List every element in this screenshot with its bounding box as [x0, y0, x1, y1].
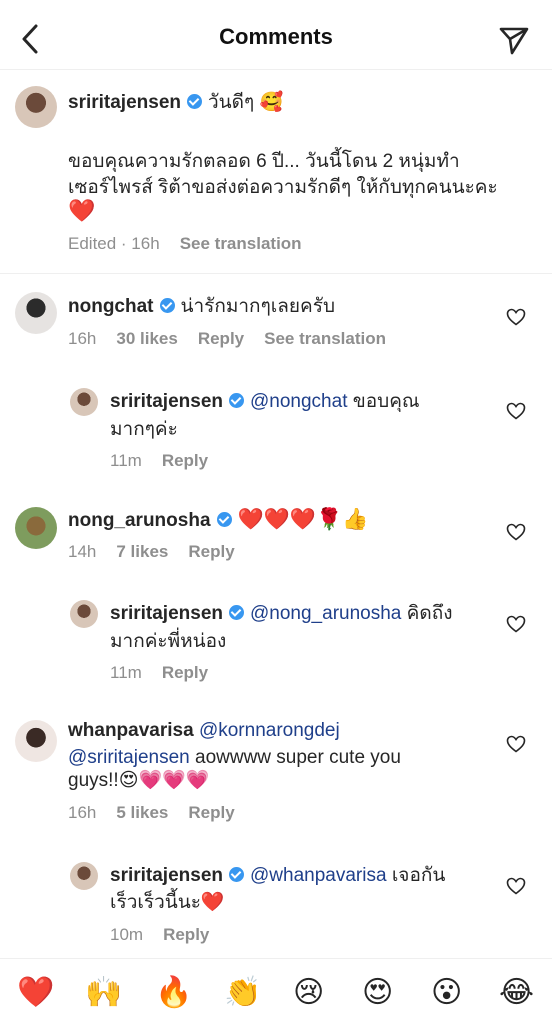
- like-heart-icon[interactable]: [506, 523, 526, 541]
- comment-line: sriritajensen @nong_arunosha คิดถึง: [110, 600, 452, 627]
- comment-time: 11m: [110, 663, 142, 682]
- username[interactable]: whanpavarisa: [68, 720, 194, 741]
- see-translation-link[interactable]: See translation: [264, 329, 386, 348]
- verified-badge-icon: [229, 393, 244, 408]
- comment-meta: 14h 7 likes Reply: [68, 542, 255, 562]
- edited-time: Edited · 16h: [68, 234, 160, 253]
- like-heart-icon[interactable]: [506, 615, 526, 633]
- likes-count[interactable]: 5 likes: [116, 803, 168, 822]
- heart-eyes-emoji-button[interactable]: 😍: [362, 977, 393, 1009]
- mention-link[interactable]: @nongchat: [250, 391, 347, 412]
- comment-text: คิดถึง: [406, 603, 453, 624]
- comment-time: 11m: [110, 451, 142, 470]
- comment-line: nongchat น่ารักมากๆเลยครับ: [68, 293, 335, 320]
- page-title: Comments: [219, 24, 333, 49]
- caption-line-3: เซอร์ไพรส์ ริต้าขอส่งต่อความรักดีๆ ให้กั…: [68, 177, 498, 198]
- reply-button[interactable]: Reply: [198, 329, 244, 348]
- comment-meta: 11m Reply: [110, 663, 228, 683]
- username[interactable]: sriritajensen: [110, 391, 223, 412]
- avatar[interactable]: [15, 292, 57, 334]
- username[interactable]: nongchat: [68, 296, 154, 317]
- comment-time: 14h: [68, 542, 97, 561]
- caption-meta: Edited · 16h See translation: [68, 234, 322, 254]
- mention-link[interactable]: @kornnarongdej: [199, 720, 340, 741]
- send-icon[interactable]: [498, 24, 530, 56]
- emoji-reaction-bar: ❤️ 🙌 🔥 👏 😢 😍 😮 😂: [0, 958, 552, 1024]
- mention-link[interactable]: @whanpavarisa: [250, 865, 387, 886]
- avatar[interactable]: [15, 720, 57, 762]
- mention-link[interactable]: @nong_arunosha: [250, 603, 401, 624]
- username[interactable]: sriritajensen: [110, 603, 223, 624]
- reply-button[interactable]: Reply: [188, 803, 234, 822]
- comment-meta: 10m Reply: [110, 925, 229, 945]
- likes-count[interactable]: 7 likes: [116, 542, 168, 561]
- clapping-hands-emoji-button[interactable]: 👏: [224, 977, 261, 1009]
- verified-badge-icon: [229, 605, 244, 620]
- divider: [0, 273, 552, 274]
- avatar[interactable]: [70, 862, 98, 890]
- username[interactable]: sriritajensen: [110, 865, 223, 886]
- caption-line-2: ขอบคุณความรักตลอด 6 ปี... วันนี้โดน 2 หน…: [68, 151, 460, 172]
- comment-meta: 16h 5 likes Reply: [68, 803, 255, 823]
- like-heart-icon[interactable]: [506, 735, 526, 753]
- fire-emoji-button[interactable]: 🔥: [155, 977, 192, 1009]
- surprised-face-emoji-button[interactable]: 😮: [431, 977, 462, 1009]
- caption-line-4: ❤️: [68, 198, 96, 223]
- comment-line: whanpavarisa @kornnarongdej: [68, 717, 340, 744]
- comment-text: ❤️❤️❤️🌹👍: [237, 508, 369, 531]
- caption-line-1: sriritajensen วันดีๆ 🥰: [68, 89, 283, 116]
- avatar[interactable]: [70, 388, 98, 416]
- likes-count[interactable]: 30 likes: [116, 329, 177, 348]
- username[interactable]: sriritajensen: [68, 92, 181, 113]
- red-heart-emoji-button[interactable]: ❤️: [17, 977, 54, 1009]
- reply-button[interactable]: Reply: [163, 925, 209, 944]
- raising-hands-emoji-button[interactable]: 🙌: [85, 977, 122, 1009]
- avatar[interactable]: [70, 600, 98, 628]
- comment-time: 10m: [110, 925, 144, 944]
- reply-button[interactable]: Reply: [162, 663, 208, 682]
- comment-meta: 11m Reply: [110, 451, 228, 471]
- comment-text: น่ารักมากๆเลยครับ: [180, 296, 336, 317]
- comment-line-2: มากค่ะพี่หน่อง: [110, 631, 227, 652]
- verified-badge-icon: [216, 512, 232, 527]
- like-heart-icon[interactable]: [506, 308, 526, 326]
- comment-text: ขอบคุณ: [352, 391, 420, 412]
- comment-line-3: guys!!😍💗💗💗: [68, 770, 210, 791]
- comment-line: nong_arunosha ❤️❤️❤️🌹👍: [68, 506, 368, 534]
- comment-meta: 16h 30 likes Reply See translation: [68, 329, 406, 349]
- comment-time: 16h: [68, 329, 97, 348]
- username[interactable]: nong_arunosha: [68, 510, 211, 531]
- comment-line: sriritajensen @whanpavarisa เจอกัน: [110, 862, 445, 889]
- avatar[interactable]: [15, 86, 57, 128]
- comment-time: 16h: [68, 803, 97, 822]
- comment-text: aowwww super cute you: [195, 747, 401, 768]
- verified-badge-icon: [229, 867, 244, 882]
- reply-button[interactable]: Reply: [162, 451, 208, 470]
- avatar[interactable]: [15, 507, 57, 549]
- caption-text: วันดีๆ 🥰: [208, 92, 284, 113]
- header-bar: Comments: [0, 0, 552, 70]
- verified-badge-icon: [159, 298, 175, 313]
- comment-line: sriritajensen @nongchat ขอบคุณ: [110, 388, 420, 415]
- crying-face-emoji-button[interactable]: 😢: [293, 977, 324, 1009]
- comment-text: เจอกัน: [391, 865, 446, 886]
- like-heart-icon[interactable]: [506, 402, 526, 420]
- verified-badge-icon: [187, 94, 202, 109]
- comment-line-2: เร็วเร็วนี้นะ❤️: [110, 892, 225, 913]
- reply-button[interactable]: Reply: [188, 542, 234, 561]
- mention-link[interactable]: @sriritajensen: [68, 747, 190, 768]
- like-heart-icon[interactable]: [506, 877, 526, 895]
- tears-of-joy-emoji-button[interactable]: 😂: [499, 977, 534, 1009]
- see-translation-link[interactable]: See translation: [180, 234, 302, 253]
- comment-line-2: มากๆค่ะ: [110, 419, 178, 440]
